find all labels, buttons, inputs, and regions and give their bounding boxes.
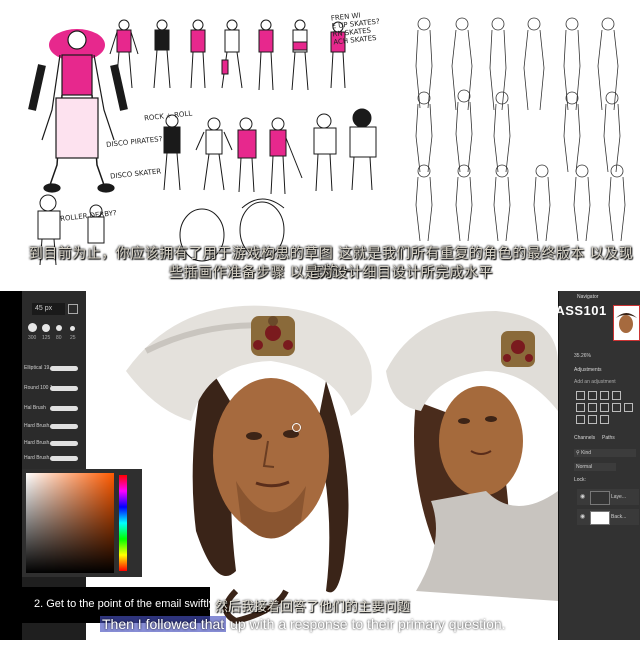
saturation-value-field[interactable] — [26, 473, 114, 573]
kind-filter-label: Kind — [581, 450, 592, 456]
threshold-icon[interactable] — [600, 415, 609, 424]
posterize-icon[interactable] — [588, 415, 597, 424]
eye-icon[interactable]: ◉ — [580, 493, 585, 500]
adjustments-title: Adjustments — [574, 367, 602, 373]
lineart-figures-right — [415, 17, 626, 242]
layer-thumbnail — [590, 491, 610, 505]
brightness-icon[interactable] — [576, 391, 585, 400]
brush-name: Hal Brush — [24, 405, 46, 411]
vibrance-icon[interactable] — [576, 403, 585, 412]
color-balance-icon[interactable] — [600, 403, 609, 412]
subtitle-cn-bottom: 然后我接着回答了他们的主要问题 — [215, 600, 411, 615]
color-picker-panel — [22, 469, 142, 577]
layer-name: Back... — [611, 514, 627, 520]
upper-row-figures — [109, 19, 346, 91]
gold-headpiece-right — [501, 331, 535, 367]
brush-stroke-preview — [50, 456, 78, 461]
hue-slider[interactable] — [119, 475, 127, 571]
brush-settings-icon[interactable] — [68, 304, 78, 314]
brush-stroke-preview — [50, 366, 78, 371]
layer-name: Laye... — [611, 494, 627, 500]
subtitle-en-bottom: Then I followed that up with a response … — [100, 616, 506, 632]
tip-caption-text: 2. Get to the point of the email swiftly — [34, 598, 215, 610]
brush-preset-dot-icon[interactable] — [42, 324, 50, 332]
tab-channels[interactable]: Channels — [574, 435, 595, 441]
gold-headpiece — [251, 316, 295, 356]
left-portrait — [126, 305, 372, 625]
curves-icon[interactable] — [600, 391, 609, 400]
brush-preset-size: 80 — [56, 335, 62, 341]
left-black-strip — [0, 0, 22, 291]
hue-sat-icon[interactable] — [588, 403, 597, 412]
layer-row[interactable]: ◉ Back... — [577, 509, 639, 525]
brush-stroke-preview — [50, 441, 78, 446]
brush-name: Round 100 1 — [24, 385, 53, 391]
tab-paths[interactable]: Paths — [602, 435, 615, 441]
exposure-icon[interactable] — [612, 391, 621, 400]
eye-icon[interactable]: ◉ — [580, 513, 585, 520]
right-portrait — [386, 311, 558, 601]
brush-preset-dot-icon[interactable] — [28, 323, 37, 332]
black-white-icon[interactable] — [612, 403, 621, 412]
brush-preset-panel: 45 px 300 125 80 25 Elliptical 19... Rou… — [22, 291, 87, 469]
lock-label: Lock: — [574, 477, 586, 483]
brush-preset-dot-icon[interactable] — [56, 325, 62, 331]
navigator-thumbnail[interactable] — [613, 305, 640, 341]
brush-preset-dot-icon[interactable] — [70, 326, 75, 331]
class101-logo: CLASS101 — [537, 303, 607, 318]
navigator-preview — [616, 313, 637, 333]
sketch-note-skates: FREN WI E UP SKATES? RN SKATES ACH SKATE… — [330, 11, 381, 47]
adjustments-hint: Add an adjustment — [574, 379, 616, 385]
zoom-level[interactable]: 35.26% — [574, 353, 591, 359]
subtitle-en-highlight: Then I followed that — [100, 616, 227, 632]
left-black-strip-bottom — [0, 291, 22, 640]
brush-preset-size: 300 — [28, 335, 37, 341]
navigator-title: Navigator — [577, 294, 599, 300]
brush-stroke-preview — [50, 406, 78, 411]
brush-list-item[interactable]: Hard Brush... — [24, 451, 82, 467]
photo-filter-icon[interactable] — [624, 403, 633, 412]
lower-row-figures — [163, 108, 377, 195]
levels-icon[interactable] — [588, 391, 597, 400]
subtitle-cn-line-2: 些插画作准备步骤 以是为设计细目设计所完成水平 — [169, 265, 493, 281]
brush-preset-size: 25 — [70, 335, 76, 341]
layer-row[interactable]: ◉ Laye... — [577, 489, 639, 505]
brush-cursor-icon — [292, 423, 301, 432]
brush-size-field[interactable]: 45 px — [32, 303, 65, 315]
brush-stroke-preview — [50, 386, 78, 391]
brush-list-item[interactable]: Elliptical 19... — [24, 361, 82, 377]
brush-list-item[interactable]: Hard Brush... — [24, 419, 82, 435]
brush-list-item[interactable]: Hard Brush... — [24, 436, 82, 452]
layer-thumbnail — [590, 511, 610, 525]
brush-preset-size: 125 — [42, 335, 51, 341]
invert-icon[interactable] — [576, 415, 585, 424]
blend-mode-select[interactable]: Normal — [574, 463, 616, 471]
brush-list-item[interactable]: Hal Brush — [24, 401, 82, 417]
brush-list-item[interactable]: Round 100 1 — [24, 381, 82, 397]
kind-filter[interactable]: ⚲ Kind — [574, 449, 636, 457]
brush-stroke-preview — [50, 424, 78, 429]
subtitle-en-rest: up with a response to their primary ques… — [226, 616, 506, 632]
